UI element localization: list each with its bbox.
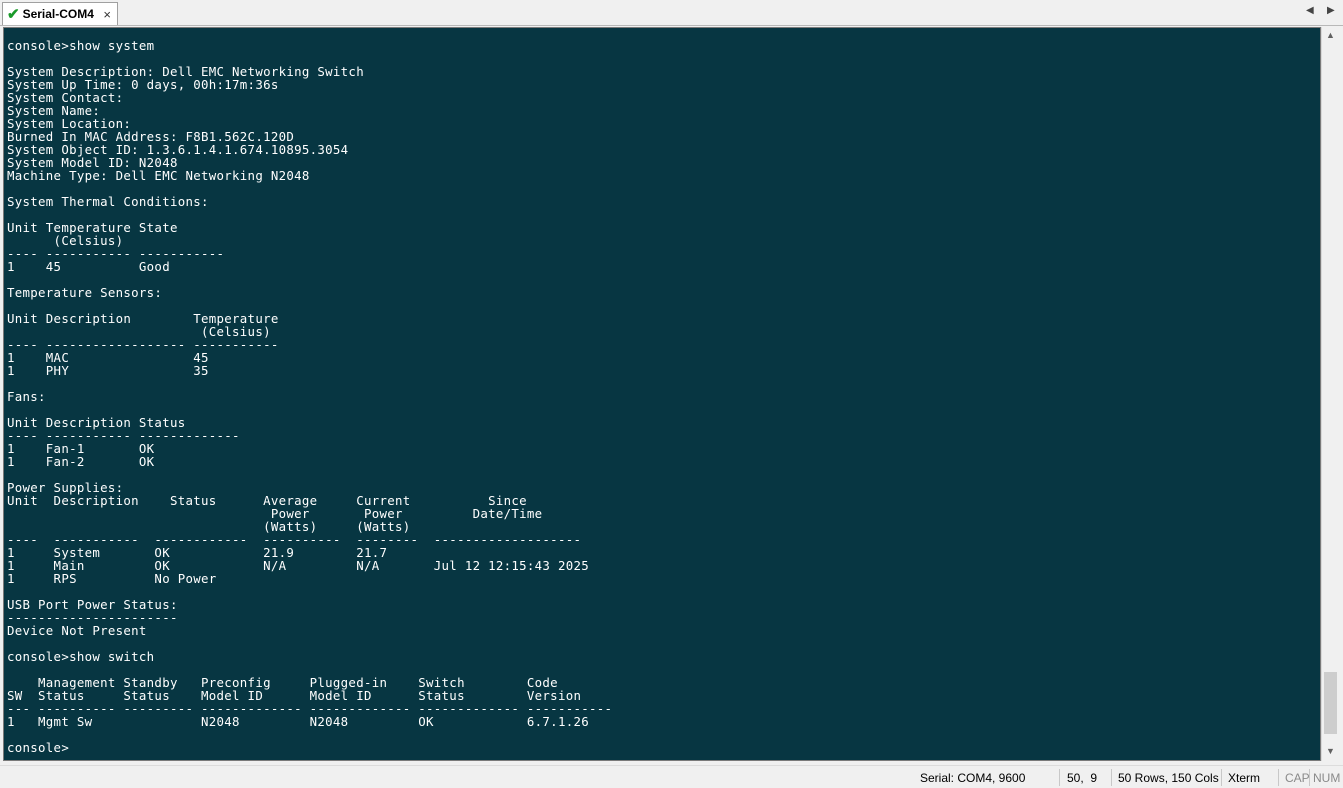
terminal-line: 1 RPS No Power: [7, 571, 217, 586]
terminal-text: console>show system System Description: …: [4, 28, 1320, 754]
terminal-line: Fans:: [7, 389, 46, 404]
terminal-line: Temperature Sensors:: [7, 285, 163, 300]
tab-bar: ✔ Serial-COM4 × ◀ ▶: [0, 0, 1343, 26]
scroll-thumb[interactable]: [1324, 672, 1337, 734]
terminal-output[interactable]: console>show system System Description: …: [3, 27, 1321, 761]
status-cursor-position: 50, 9: [1067, 771, 1098, 785]
terminal-app-window: ✔ Serial-COM4 × ◀ ▶ console>show system …: [0, 0, 1343, 788]
status-divider: [1111, 769, 1112, 786]
terminal-line: Device Not Present: [7, 623, 147, 638]
terminal-line: 1 45 Good: [7, 259, 170, 274]
tab-close-icon[interactable]: ×: [103, 7, 111, 22]
status-divider: [1309, 769, 1310, 786]
terminal-line: 1 Mgmt Sw N2048 N2048 OK 6.7.1.26: [7, 714, 589, 729]
terminal-line: 1 PHY 35: [7, 363, 209, 378]
scroll-down-icon[interactable]: ▼: [1322, 743, 1339, 760]
tab-scroll-right-icon[interactable]: ▶: [1327, 5, 1335, 16]
check-icon: ✔: [7, 5, 20, 23]
terminal-line: 1 Fan-2 OK: [7, 454, 155, 469]
terminal-line: console>show switch: [7, 649, 155, 664]
status-terminal-type: Xterm: [1228, 771, 1261, 785]
status-dimensions: 50 Rows, 150 Cols: [1118, 771, 1219, 785]
status-caps-lock: CAP: [1285, 771, 1310, 785]
tab-scroll-left-icon[interactable]: ◀: [1306, 5, 1314, 16]
status-divider: [1278, 769, 1279, 786]
vertical-scrollbar[interactable]: ▲ ▼: [1321, 27, 1339, 761]
status-bar: Serial: COM4, 9600 50, 9 50 Rows, 150 Co…: [0, 765, 1343, 788]
terminal-line: Machine Type: Dell EMC Networking N2048: [7, 168, 310, 183]
tab-serial-com4[interactable]: ✔ Serial-COM4 ×: [2, 2, 118, 25]
status-num-lock: NUM: [1313, 771, 1341, 785]
terminal-line: console>show system: [7, 38, 155, 53]
terminal-line: System Thermal Conditions:: [7, 194, 209, 209]
tab-title: Serial-COM4: [22, 7, 94, 21]
status-connection: Serial: COM4, 9600: [920, 771, 1026, 785]
scroll-up-icon[interactable]: ▲: [1322, 27, 1339, 44]
status-divider: [1059, 769, 1060, 786]
status-divider: [1221, 769, 1222, 786]
terminal-line: console>: [7, 740, 70, 755]
